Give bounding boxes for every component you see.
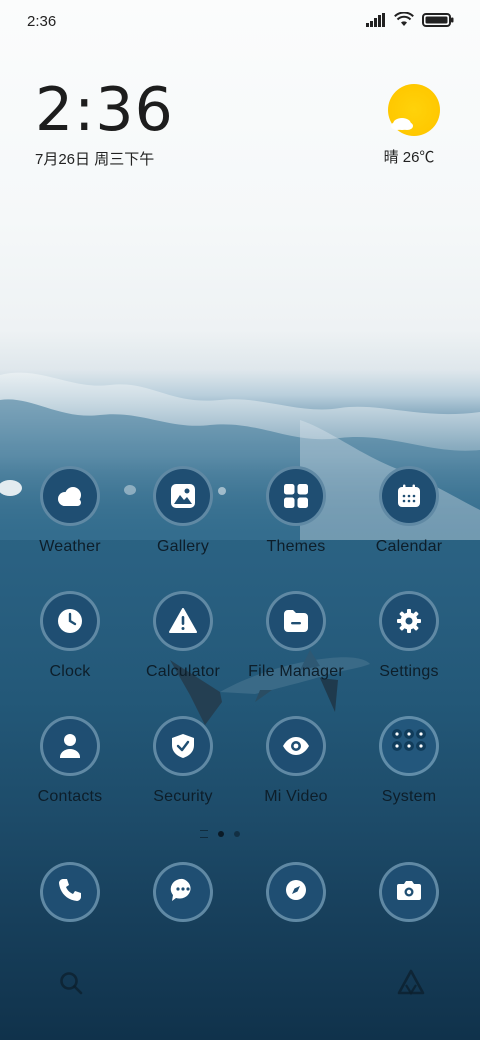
dock-camera[interactable] <box>379 862 439 922</box>
weather-cloud-icon <box>40 466 100 526</box>
dock-messages[interactable] <box>153 862 213 922</box>
app-label: Calculator <box>145 663 221 680</box>
app-label: Calendar <box>375 538 443 555</box>
status-bar: 2:36 <box>0 0 480 42</box>
app-label: Themes <box>266 538 326 555</box>
app-mi-video[interactable]: Mi Video <box>246 716 346 806</box>
themes-grid-icon <box>266 466 326 526</box>
app-calendar[interactable]: Calendar <box>359 466 459 556</box>
app-label: Settings <box>379 663 439 680</box>
weather-widget[interactable]: 晴 26℃ <box>384 84 444 167</box>
app-label: Mi Video <box>264 788 328 805</box>
app-contacts[interactable]: Contacts <box>20 716 120 806</box>
folder-grid-icon <box>379 716 439 776</box>
clock-widget[interactable]: 2:36 7月26日 周三下午 <box>35 80 174 169</box>
app-security[interactable]: Security <box>133 716 233 806</box>
gear-icon <box>379 591 439 651</box>
page-indicator <box>200 830 240 838</box>
app-clock[interactable]: Clock <box>20 591 120 681</box>
browser-compass-icon <box>283 877 309 908</box>
search-icon[interactable] <box>58 970 84 1001</box>
app-label: Gallery <box>156 538 210 555</box>
eye-icon <box>266 716 326 776</box>
app-file-manager[interactable]: File Manager <box>246 591 346 681</box>
phone-icon <box>57 877 83 908</box>
sun-cloud-icon <box>388 84 440 136</box>
page-dot-active[interactable] <box>218 831 224 837</box>
calendar-icon <box>379 466 439 526</box>
shield-check-icon <box>153 716 213 776</box>
app-calculator[interactable]: Calculator <box>133 591 233 681</box>
status-time: 2:36 <box>27 13 57 30</box>
page-indicator-menu-icon[interactable] <box>200 830 208 838</box>
app-label: File Manager <box>248 663 344 680</box>
wifi-icon <box>394 11 414 32</box>
camera-icon <box>396 879 422 906</box>
app-system-folder[interactable]: System <box>359 716 459 806</box>
clock-widget-time: 2:36 <box>35 75 174 145</box>
page-dot[interactable] <box>234 831 240 837</box>
app-label: Contacts <box>37 788 103 805</box>
person-icon <box>40 716 100 776</box>
app-gallery[interactable]: Gallery <box>133 466 233 556</box>
dock-phone[interactable] <box>40 862 100 922</box>
app-themes[interactable]: Themes <box>246 466 346 556</box>
folder-icon <box>266 591 326 651</box>
clock-icon <box>40 591 100 651</box>
app-label: System <box>381 788 437 805</box>
app-weather[interactable]: Weather <box>20 466 120 556</box>
battery-icon <box>422 12 454 32</box>
dock-browser[interactable] <box>266 862 326 922</box>
message-icon <box>170 877 196 908</box>
clock-widget-date: 7月26日 周三下午 <box>35 151 155 168</box>
app-settings[interactable]: Settings <box>359 591 459 681</box>
app-label: Security <box>153 788 213 805</box>
app-label: Weather <box>39 538 101 555</box>
calculator-warning-icon <box>153 591 213 651</box>
signal-icon <box>366 12 386 32</box>
assistant-icon[interactable] <box>396 968 426 1001</box>
app-label: Clock <box>49 663 91 680</box>
gallery-image-icon <box>153 466 213 526</box>
weather-text: 晴 26℃ <box>383 149 435 166</box>
